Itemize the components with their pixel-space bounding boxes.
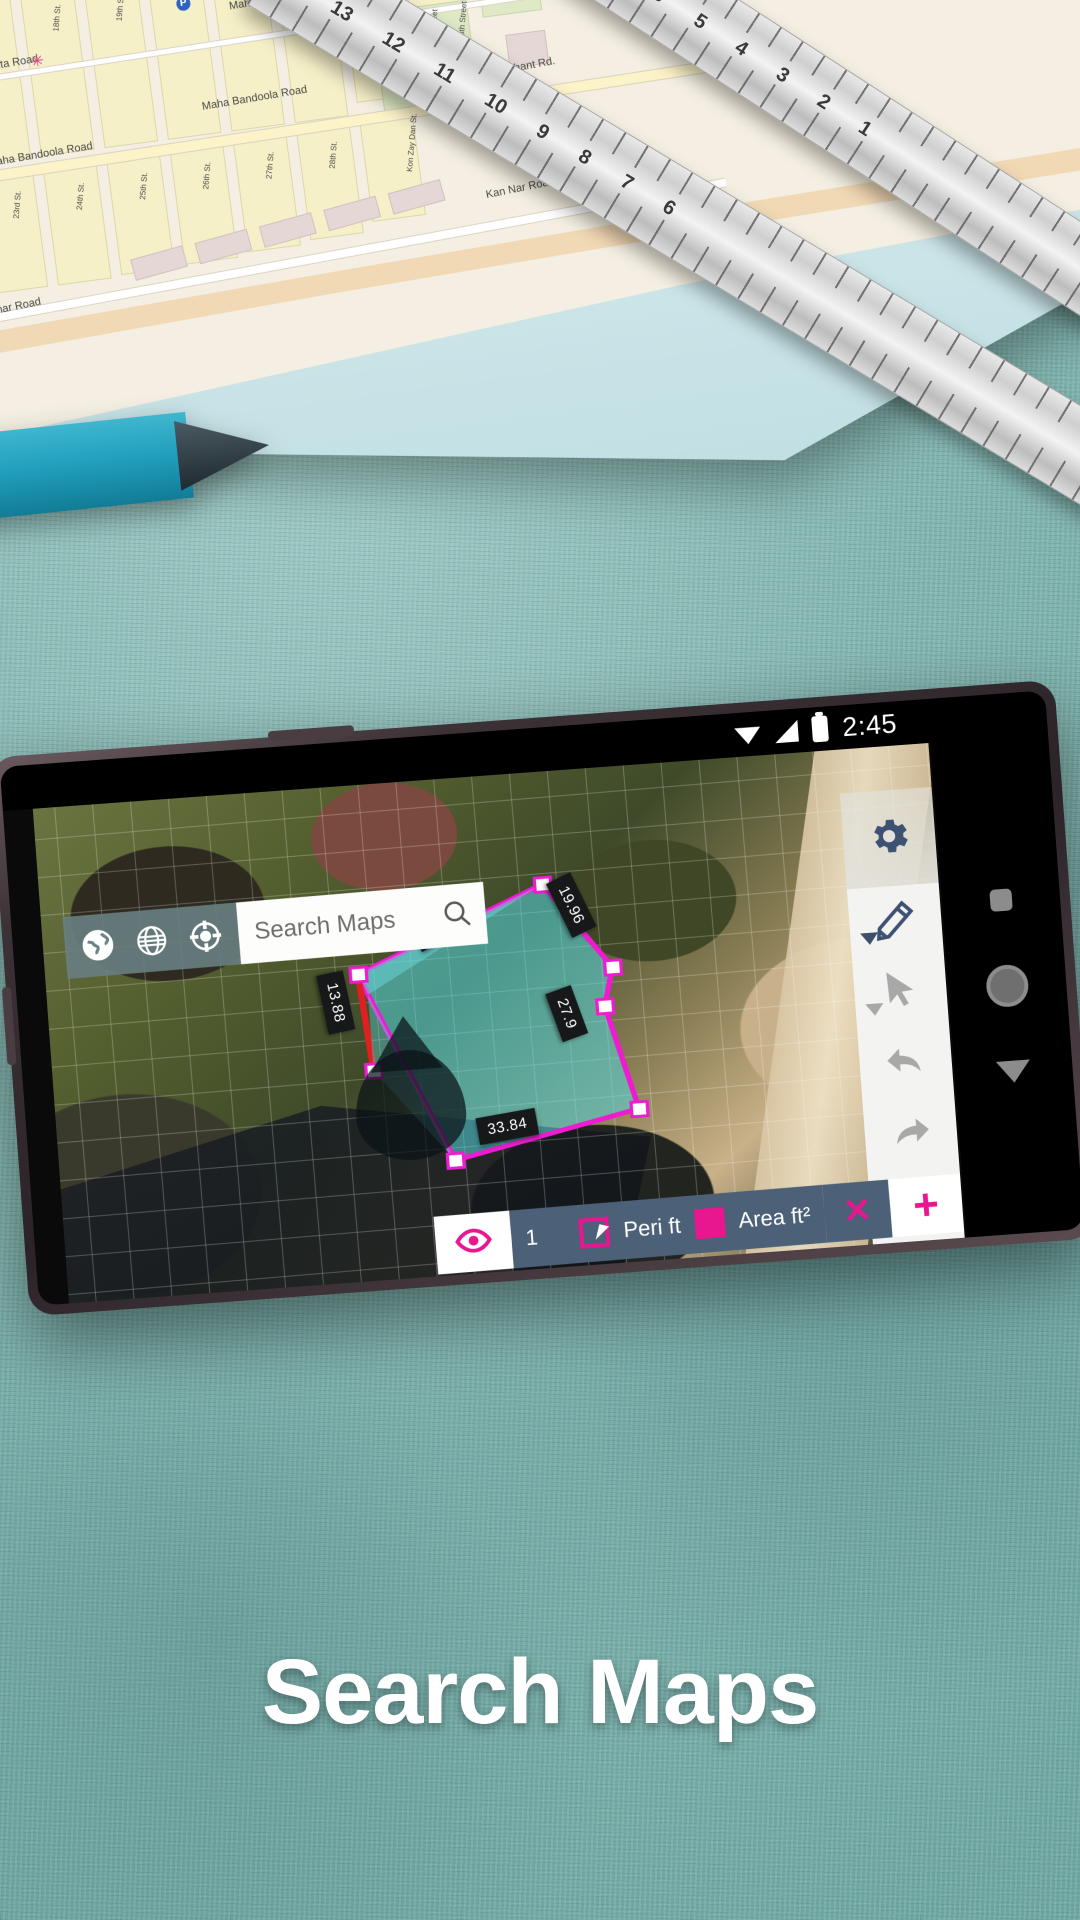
visibility-toggle-button[interactable] bbox=[433, 1210, 515, 1275]
select-cursor-icon bbox=[877, 966, 924, 1018]
globe-grid-icon[interactable] bbox=[133, 922, 170, 959]
measure-pencil-button[interactable] bbox=[846, 882, 944, 961]
add-measure-button[interactable]: + bbox=[887, 1173, 965, 1238]
chevron-down-icon[interactable] bbox=[860, 932, 879, 946]
status-time: 2:45 bbox=[841, 707, 898, 742]
back-triangle-icon[interactable] bbox=[995, 1059, 1032, 1084]
undo-button[interactable] bbox=[857, 1024, 955, 1103]
battery-icon bbox=[811, 715, 830, 743]
area-label: Area ft² bbox=[737, 1201, 812, 1233]
close-measure-button[interactable]: ✕ bbox=[822, 1179, 893, 1243]
perimeter-label: Peri ft bbox=[622, 1212, 682, 1243]
chevron-down-icon[interactable] bbox=[865, 1003, 885, 1017]
settings-gear-button[interactable] bbox=[839, 786, 939, 890]
undo-icon bbox=[881, 1036, 931, 1090]
visibility-eye-icon bbox=[453, 1220, 494, 1266]
promo-screenshot: Bogyoke Aung San Road Bogyoke Aung San R… bbox=[0, 0, 1080, 1920]
crosshair-target-icon[interactable] bbox=[187, 918, 224, 955]
recents-square-icon[interactable] bbox=[989, 888, 1013, 912]
landmark-star-icon: ✳ bbox=[29, 52, 46, 72]
signal-icon bbox=[774, 720, 800, 744]
search-icon[interactable] bbox=[440, 896, 473, 933]
globe-earth-icon[interactable] bbox=[80, 927, 117, 964]
promo-headline: Search Maps bbox=[261, 1641, 820, 1743]
settings-gear-icon bbox=[864, 811, 914, 865]
app-map-screen[interactable]: 33.84 19.96 13.88 27.9 33.84 bbox=[32, 743, 965, 1304]
pointer-cursor-icon bbox=[551, 1224, 610, 1247]
redo-icon bbox=[886, 1107, 936, 1161]
home-circle-icon[interactable] bbox=[984, 963, 1030, 1009]
area-swatch[interactable] bbox=[693, 1207, 726, 1240]
search-placeholder: Search Maps bbox=[253, 906, 397, 946]
redo-button[interactable] bbox=[862, 1095, 960, 1174]
shape-count: 1 bbox=[524, 1224, 539, 1251]
select-cursor-button[interactable] bbox=[852, 953, 950, 1032]
wifi-icon bbox=[734, 723, 761, 745]
phone-device: 2:45 19.96 13.88 27.9 33.84 Search Maps … bbox=[0, 679, 1080, 1317]
